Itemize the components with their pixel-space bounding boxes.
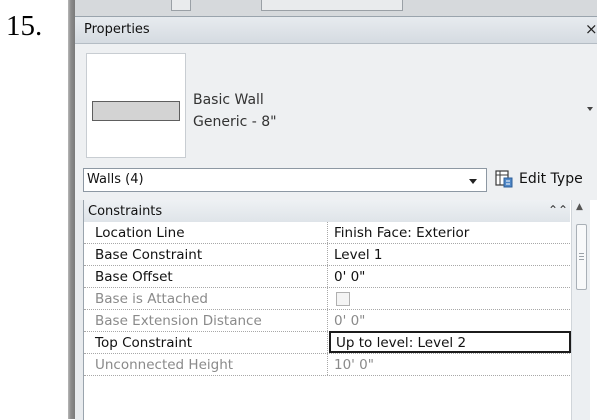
thumb-grip	[579, 259, 584, 260]
property-name-cell: Base Constraint	[84, 244, 328, 265]
filter-row: Walls (4) Edit Type	[75, 162, 597, 200]
property-name-cell: Unconnected Height	[84, 354, 328, 375]
type-family-label: Basic Wall	[193, 92, 264, 108]
collapse-group-icon[interactable]: ⌃⌃	[548, 203, 568, 217]
property-name: Base Constraint	[95, 247, 203, 263]
property-value-cell[interactable]: Level 1	[328, 244, 570, 265]
thumb-grip	[579, 253, 584, 254]
base-attached-checkbox	[336, 292, 350, 306]
properties-grid: Constraints ⌃⌃ Location Line Finish Face…	[83, 200, 597, 420]
property-name: Location Line	[95, 225, 185, 241]
element-filter-dropdown[interactable]: Walls (4)	[83, 168, 487, 192]
property-name: Base Extension Distance	[95, 313, 262, 329]
property-value: Finish Face: Exterior	[334, 225, 470, 241]
palette-title: Properties	[84, 22, 150, 37]
wall-swatch-icon	[92, 101, 180, 121]
filter-selected-value: Walls (4)	[87, 172, 144, 187]
property-value: 0' 0"	[334, 269, 366, 285]
background-toolbar	[75, 0, 597, 16]
property-row: Base Extension Distance 0' 0"	[84, 310, 570, 332]
property-value: Level 1	[334, 247, 383, 263]
property-value-cell	[328, 288, 570, 309]
property-name-cell: Base Offset	[84, 266, 328, 287]
type-name-label: Generic - 8"	[193, 114, 277, 130]
chevron-down-icon[interactable]	[469, 179, 477, 184]
edit-type-button[interactable]: Edit Type	[493, 167, 597, 193]
edit-type-icon	[495, 170, 513, 188]
property-value: 0' 0"	[334, 313, 366, 329]
close-icon[interactable]: ×	[585, 20, 597, 38]
type-preview-image	[86, 53, 186, 158]
edit-type-label: Edit Type	[519, 171, 583, 187]
property-value-cell[interactable]: 0' 0"	[328, 266, 570, 287]
chevron-down-icon[interactable]	[587, 107, 593, 111]
property-name: Base is Attached	[95, 291, 208, 307]
property-row: Base is Attached	[84, 288, 570, 310]
property-name: Top Constraint	[95, 335, 193, 351]
property-row[interactable]: Location Line Finish Face: Exterior	[84, 222, 570, 244]
thumb-grip	[579, 256, 584, 257]
property-row[interactable]: Base Offset 0' 0"	[84, 266, 570, 288]
type-selector[interactable]: Basic Wall Generic - 8"	[75, 44, 597, 162]
property-name: Unconnected Height	[95, 357, 234, 373]
group-label: Constraints	[88, 204, 163, 219]
top-constraint-value-field[interactable]: Up to level: Level 2	[329, 331, 571, 353]
property-value-cell: 10' 0"	[328, 354, 570, 375]
property-value: Up to level: Level 2	[336, 335, 467, 351]
property-value-cell[interactable]: Finish Face: Exterior	[328, 222, 570, 243]
property-name-cell: Base is Attached	[84, 288, 328, 309]
background-toolbar-segment	[171, 0, 191, 11]
property-value-cell: 0' 0"	[328, 310, 570, 331]
property-row[interactable]: Base Constraint Level 1	[84, 244, 570, 266]
scroll-thumb[interactable]	[576, 224, 587, 290]
window-edge	[68, 0, 75, 419]
property-name-cell: Base Extension Distance	[84, 310, 328, 331]
properties-palette: Properties × Basic Wall Generic - 8" Wal…	[75, 16, 597, 420]
group-header-constraints[interactable]: Constraints ⌃⌃	[84, 200, 570, 223]
property-row[interactable]: Top Constraint Up to level: Level 2	[84, 331, 571, 354]
property-name-cell: Top Constraint	[84, 332, 328, 353]
property-row: Unconnected Height 10' 0"	[84, 354, 570, 376]
background-toolbar-segment	[261, 0, 403, 11]
vertical-scrollbar[interactable]: ▲	[571, 200, 590, 420]
property-value: 10' 0"	[334, 357, 374, 373]
scroll-up-icon[interactable]: ▲	[576, 202, 583, 212]
property-name: Base Offset	[95, 269, 173, 285]
palette-titlebar[interactable]: Properties ×	[75, 17, 597, 44]
step-number: 15.	[6, 10, 43, 42]
property-name-cell: Location Line	[84, 222, 328, 243]
